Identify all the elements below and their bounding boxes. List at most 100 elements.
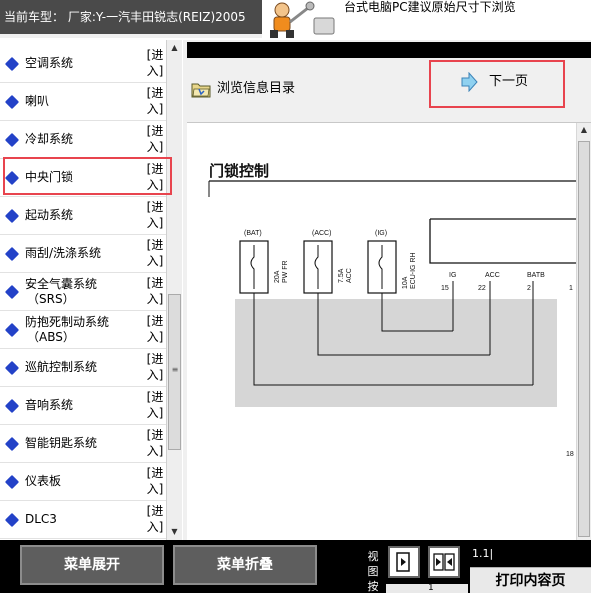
document-scrollbar[interactable]: ▲ (576, 123, 591, 540)
mascot-logo (262, 0, 340, 38)
double-page-view-button[interactable] (428, 546, 460, 578)
menu-item[interactable]: 起动系统 [进入] (0, 197, 166, 235)
page-number: 1 (428, 583, 434, 593)
scroll-grip-icon: ≡ (171, 365, 179, 374)
page-number-field[interactable] (386, 584, 468, 593)
menu-collapse-button[interactable]: 菜单折叠 (173, 545, 317, 585)
diamond-bullet-icon (4, 512, 20, 528)
ecu-pin-acc-number: 22 (478, 285, 486, 292)
next-page-button[interactable]: 下一页 (429, 60, 565, 108)
scroll-thumb[interactable]: ≡ (168, 294, 181, 450)
menu-item[interactable]: 雨刮/洗涤系统 [进入] (0, 235, 166, 273)
single-page-icon (396, 552, 410, 572)
bottom-toolbar: 菜单展开 菜单折叠 视图按 1.1| 打印内容页 1 (0, 540, 591, 593)
ecu-box-outline (429, 219, 576, 264)
hint-area: 台式电脑PC建议原始尺寸下浏览 (340, 0, 591, 38)
system-menu: 空调系统 [进入] 喇叭 [进入] 冷却系统 [进入] 中央门锁 [进入] 起动系统 [进入] 雨刮… (0, 40, 182, 540)
menu-enter-link[interactable]: [进入] (146, 47, 164, 79)
menu-enter-link[interactable]: [进入] (146, 237, 164, 269)
diamond-bullet-icon (4, 94, 20, 110)
menu-item-label: 起动系统 (25, 208, 74, 222)
menu-item-label: 仪表板 (25, 474, 62, 488)
menu-item-label: 冷却系统 (25, 132, 74, 146)
mascot-icon (262, 0, 340, 38)
page-side-number: 18 (566, 451, 574, 458)
next-arrow-icon (461, 72, 478, 92)
fuse-acc-rating: 7.5A (338, 268, 345, 283)
diamond-bullet-icon (4, 360, 20, 376)
wiring-diagram: 门锁控制 (BAT) 20A PW FR (ACC) 7.5A ACC (IG)… (208, 162, 576, 458)
menu-item-label: 巡航控制系统 (25, 360, 98, 374)
document-nav-bar: 浏览信息目录 下一页 (187, 58, 591, 122)
next-page-label: 下一页 (489, 74, 529, 89)
fuse-bat-name: PW FR (282, 260, 289, 283)
fuse-ig-rating: 10A (402, 276, 409, 289)
menu-enter-link[interactable]: [进入] (146, 465, 164, 497)
menu-item-label: DLC3 (25, 512, 57, 526)
print-page-button[interactable]: 打印内容页 (470, 567, 591, 593)
menu-item[interactable]: 安全气囊系统 （SRS） [进入] (0, 273, 166, 311)
menu-item[interactable]: 防抱死制动系统 （ABS） [进入] (0, 311, 166, 349)
menu-item-label: 音响系统 (25, 398, 74, 412)
menu-scrollbar[interactable]: ▲ ≡ ▼ (166, 40, 182, 540)
diamond-bullet-icon (4, 132, 20, 148)
fuse-bat-source: (BAT) (244, 230, 262, 237)
browse-catalog-link[interactable]: 浏览信息目录 (217, 80, 295, 98)
diamond-bullet-icon (4, 322, 20, 338)
folder-icon[interactable] (191, 80, 211, 98)
ecu-pin-ig-number: 15 (441, 285, 449, 292)
menu-expand-button[interactable]: 菜单展开 (20, 545, 164, 585)
menu-item-label: 安全气囊系统 (25, 277, 98, 291)
ecu-edge-number: 1 (569, 285, 573, 292)
menu-enter-link[interactable]: [进入] (146, 275, 164, 307)
menu-enter-link[interactable]: [进入] (146, 351, 164, 383)
document-scroll-up-icon[interactable]: ▲ (577, 123, 591, 137)
diamond-bullet-icon (4, 284, 20, 300)
menu-item[interactable]: 音响系统 [进入] (0, 387, 166, 425)
ecu-pin-batb-number: 2 (527, 285, 531, 292)
document-scroll-thumb[interactable] (578, 141, 590, 537)
menu-item-label: 防抱死制动系统 (25, 315, 110, 329)
menu-item[interactable]: 巡航控制系统 [进入] (0, 349, 166, 387)
ecu-pin-ig-name: IG (449, 272, 456, 279)
menu-item[interactable]: 智能钥匙系统 [进入] (0, 425, 166, 463)
scroll-up-arrow-icon[interactable]: ▲ (167, 40, 182, 55)
view-mode-label: 视图按 (367, 550, 379, 593)
menu-enter-link[interactable]: [进入] (146, 503, 164, 535)
menu-item-label: 雨刮/洗涤系统 (25, 246, 102, 260)
menu-enter-link[interactable]: [进入] (146, 199, 164, 231)
menu-item[interactable]: DLC3 [进入] (0, 501, 166, 539)
menu-enter-link[interactable]: [进入] (146, 427, 164, 459)
menu-item-label: 空调系统 (25, 56, 74, 70)
document-viewer: 门锁控制 (BAT) 20A PW FR (ACC) 7.5A ACC (IG)… (187, 122, 591, 540)
diamond-bullet-icon (4, 474, 20, 490)
content-header-band (187, 42, 591, 58)
menu-item[interactable]: 冷却系统 [进入] (0, 121, 166, 159)
menu-item-label: 喇叭 (25, 94, 50, 108)
menu-item-sublabel: （SRS） (27, 292, 75, 306)
diamond-bullet-icon (4, 208, 20, 224)
menu-item[interactable]: 喇叭 [进入] (0, 83, 166, 121)
current-vehicle-label: 当前车型： 厂家:Y-一汽丰田锐志(REIZ)2005 (0, 0, 262, 34)
fuse-acc-source: (ACC) (312, 230, 331, 237)
ecu-pin-batb-name: BATB (527, 272, 545, 279)
diagram-title: 门锁控制 (209, 162, 269, 180)
menu-enter-link[interactable]: [进入] (146, 389, 164, 421)
diamond-bullet-icon (4, 398, 20, 414)
fuse-ig-name: ECU-IG RH (410, 252, 417, 289)
menu-enter-link[interactable]: [进入] (146, 123, 164, 155)
scroll-down-arrow-icon[interactable]: ▼ (167, 524, 182, 539)
single-page-view-button[interactable] (388, 546, 420, 578)
double-page-icon (433, 553, 455, 571)
menu-item-sublabel: （ABS） (27, 330, 75, 344)
menu-item[interactable]: 仪表板 [进入] (0, 463, 166, 501)
browse-size-hint: 台式电脑PC建议原始尺寸下浏览 (344, 0, 516, 14)
menu-enter-link[interactable]: [进入] (146, 313, 164, 345)
fuse-acc-name: ACC (346, 268, 353, 283)
ecu-pin-acc-name: ACC (485, 272, 500, 279)
top-bar: 当前车型： 厂家:Y-一汽丰田锐志(REIZ)2005 台式电脑PC建议原始尺寸… (0, 0, 591, 38)
diamond-bullet-icon (4, 56, 20, 72)
menu-enter-link[interactable]: [进入] (146, 85, 164, 117)
menu-item[interactable]: 空调系统 [进入] (0, 45, 166, 83)
content-frame: 浏览信息目录 下一页 门锁控制 (BAT) 20A PW FR (ACC) 7.… (183, 40, 591, 540)
